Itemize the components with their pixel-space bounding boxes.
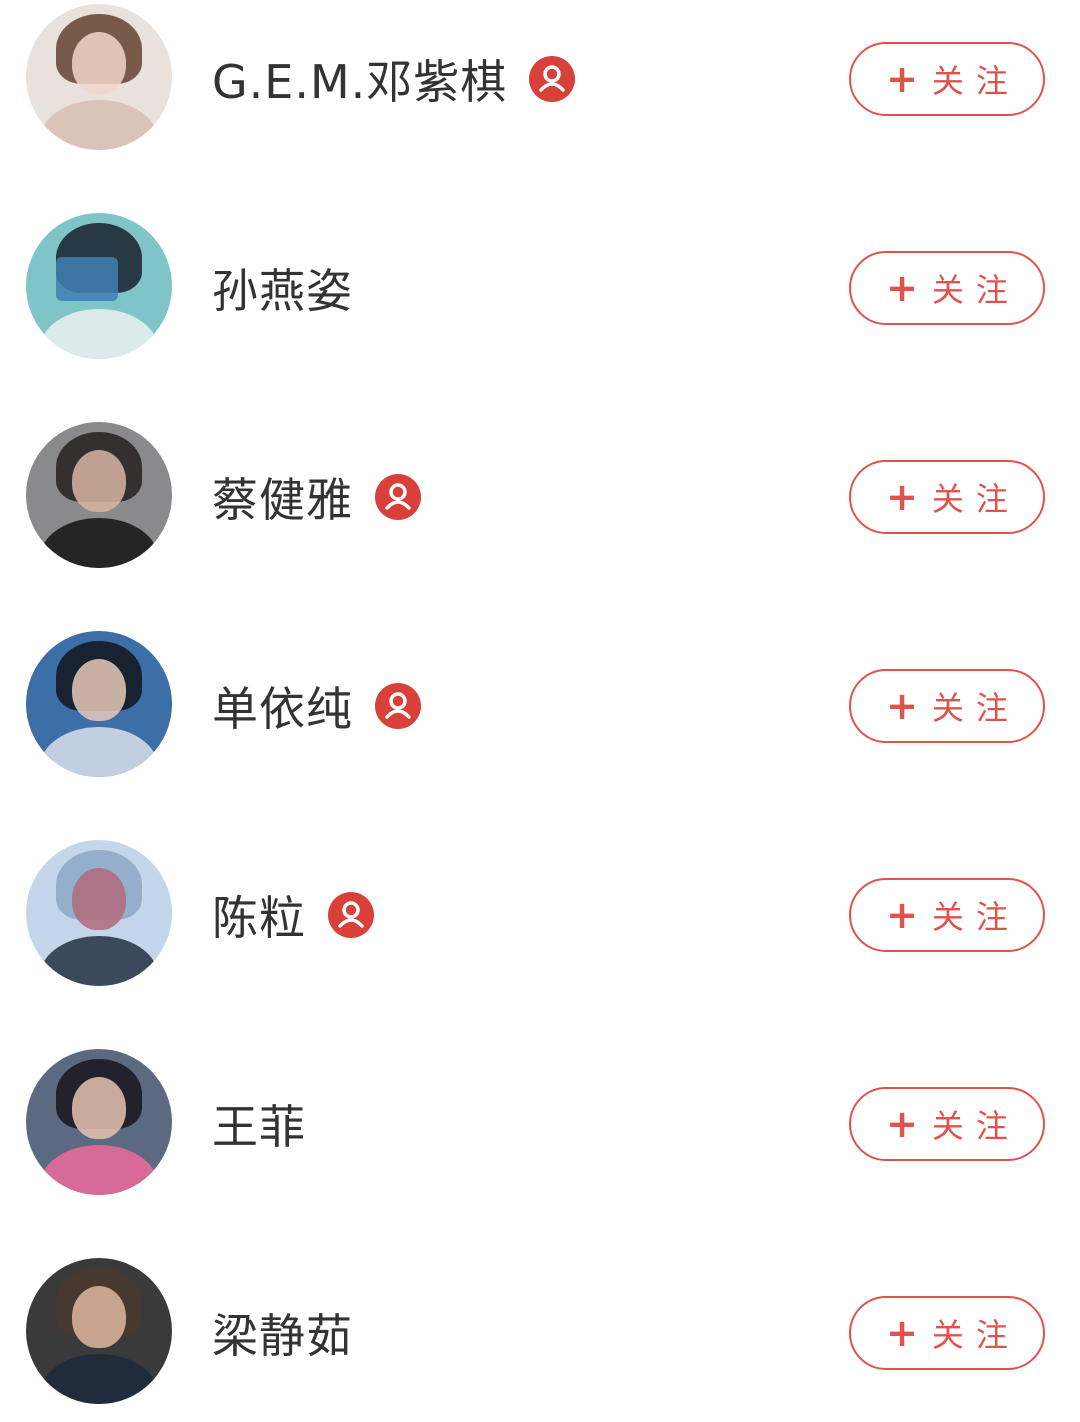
list-item-user[interactable]: 孙燕姿 + 关注	[0, 213, 1080, 363]
name-wrap: G.E.M.邓紫棋	[212, 46, 576, 112]
plus-icon: +	[886, 1311, 918, 1355]
verified-user-icon	[375, 474, 421, 520]
avatar-body	[40, 727, 158, 777]
follow-label: 关注	[931, 480, 1020, 518]
list-item-user[interactable]: 王菲 + 关注	[0, 1049, 1080, 1199]
avatar-body	[40, 1354, 158, 1404]
plus-icon: +	[886, 1102, 918, 1146]
avatar-face	[72, 1286, 126, 1348]
follow-button[interactable]: + 关注	[849, 1087, 1045, 1161]
name-wrap: 王菲	[212, 1093, 306, 1155]
user-name[interactable]: 单依纯	[212, 673, 353, 739]
user-name[interactable]: 陈粒	[212, 882, 306, 948]
plus-icon: +	[886, 57, 918, 101]
user-name[interactable]: G.E.M.邓紫棋	[212, 46, 507, 112]
follow-button[interactable]: + 关注	[849, 42, 1045, 116]
verified-user-icon	[375, 683, 421, 729]
avatar[interactable]	[26, 213, 172, 359]
name-wrap: 孙燕姿	[212, 257, 353, 319]
follow-button[interactable]: + 关注	[849, 878, 1045, 952]
follow-label: 关注	[931, 1316, 1020, 1354]
name-wrap: 单依纯	[212, 675, 421, 737]
avatar[interactable]	[26, 4, 172, 150]
avatar[interactable]	[26, 422, 172, 568]
plus-icon: +	[886, 475, 918, 519]
follow-button[interactable]: + 关注	[849, 669, 1045, 743]
avatar-body	[40, 309, 158, 359]
user-name[interactable]: 梁静茹	[212, 1300, 353, 1366]
follow-label: 关注	[931, 1107, 1020, 1145]
plus-icon: +	[886, 266, 918, 310]
avatar-face	[72, 32, 126, 94]
avatar-face	[72, 659, 126, 721]
list-item-user[interactable]: 单依纯 + 关注	[0, 631, 1080, 781]
list-item-user[interactable]: 陈粒 + 关注	[0, 840, 1080, 990]
name-wrap: 陈粒	[212, 884, 374, 946]
avatar-face	[72, 1077, 126, 1139]
avatar-camera	[56, 257, 118, 301]
avatar-body	[40, 100, 158, 150]
follow-label: 关注	[931, 62, 1020, 100]
avatar-body	[40, 1145, 158, 1195]
user-name[interactable]: 蔡健雅	[212, 464, 353, 530]
follow-button[interactable]: + 关注	[849, 460, 1045, 534]
avatar[interactable]	[26, 631, 172, 777]
verified-user-icon	[328, 892, 374, 938]
list-item-user[interactable]: G.E.M.邓紫棋 + 关注	[0, 4, 1080, 154]
user-name[interactable]: 王菲	[212, 1091, 306, 1157]
follow-button[interactable]: + 关注	[849, 251, 1045, 325]
verified-user-icon	[529, 56, 576, 102]
follow-label: 关注	[931, 689, 1020, 727]
list-item-user[interactable]: 蔡健雅 + 关注	[0, 422, 1080, 572]
avatar[interactable]	[26, 840, 172, 986]
follow-label: 关注	[931, 271, 1020, 309]
avatar-body	[40, 936, 158, 986]
list-item-user[interactable]: 梁静茹 + 关注	[0, 1258, 1080, 1408]
avatar[interactable]	[26, 1049, 172, 1195]
avatar-face	[72, 868, 126, 930]
avatar-face	[72, 450, 126, 512]
follow-button[interactable]: + 关注	[849, 1296, 1045, 1370]
plus-icon: +	[886, 684, 918, 728]
avatar[interactable]	[26, 1258, 172, 1404]
user-name[interactable]: 孙燕姿	[212, 255, 353, 321]
avatar-body	[40, 518, 158, 568]
plus-icon: +	[886, 893, 918, 937]
user-list: G.E.M.邓紫棋 + 关注 孙燕姿 + 关注 蔡健雅 + 关注 单依纯 + 关…	[0, 0, 1080, 1422]
follow-label: 关注	[931, 898, 1020, 936]
name-wrap: 蔡健雅	[212, 466, 421, 528]
name-wrap: 梁静茹	[212, 1302, 353, 1364]
